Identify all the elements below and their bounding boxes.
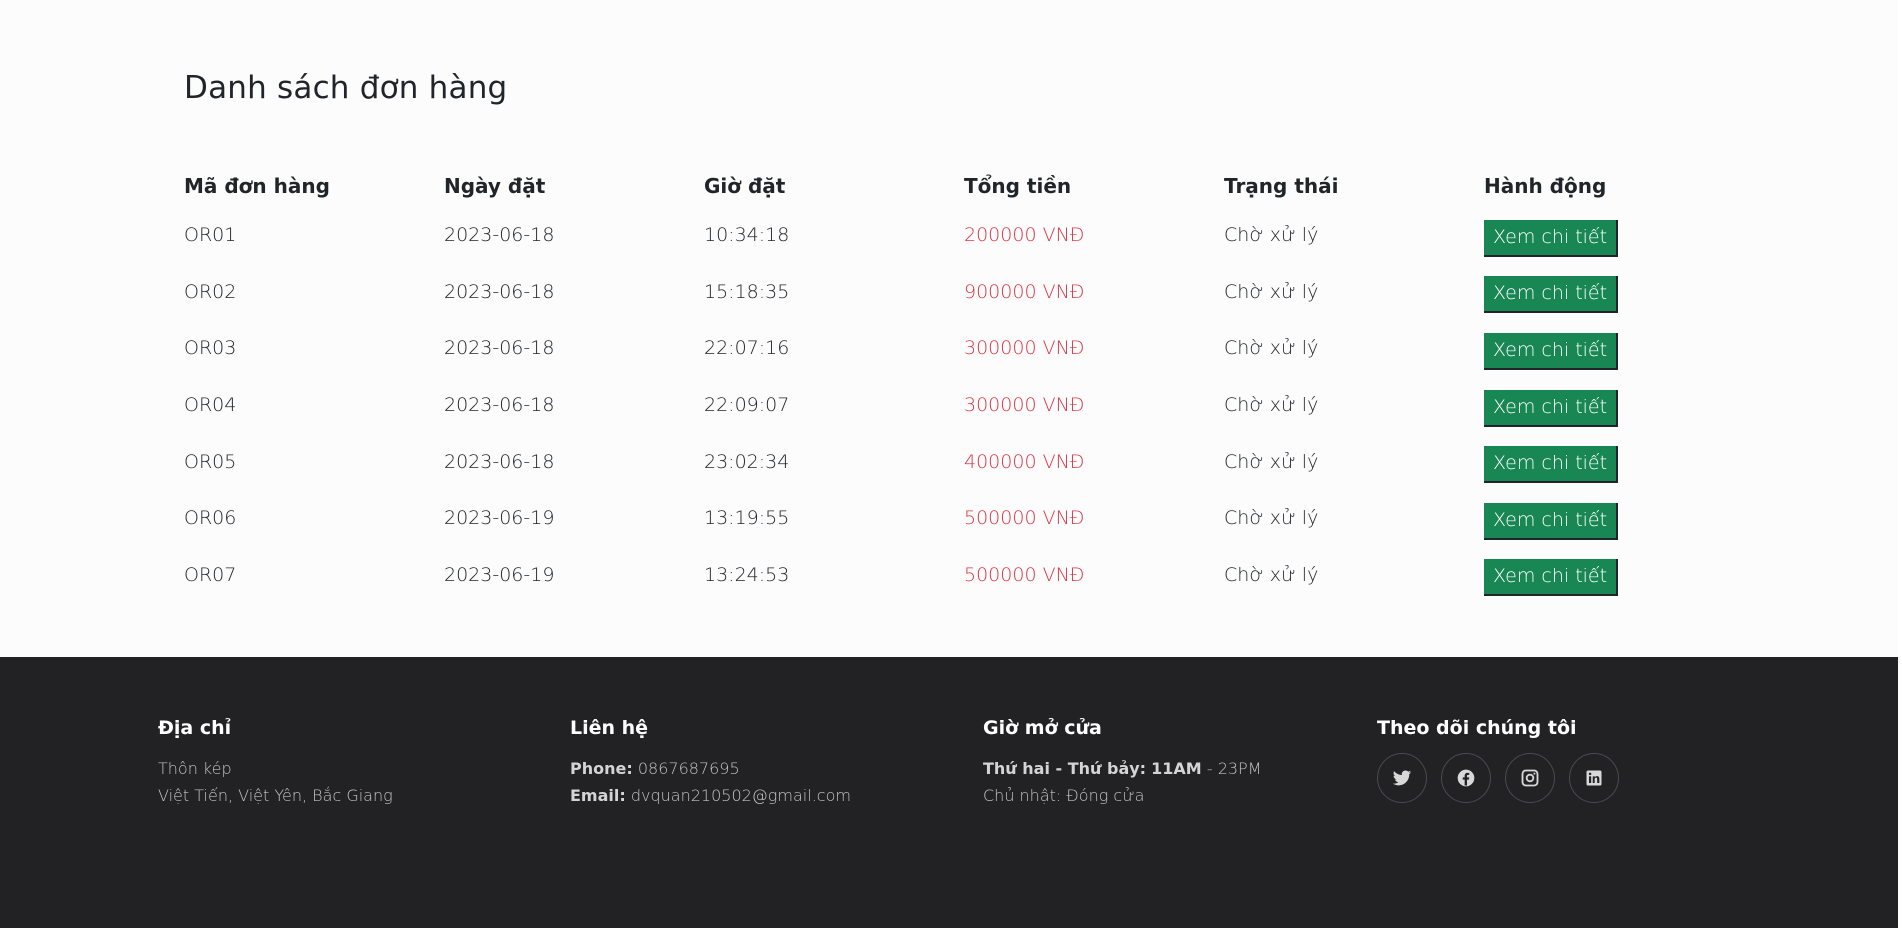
order-date: 2023-06-18 [444, 224, 555, 247]
order-status: Chờ xử lý [1224, 563, 1319, 586]
order-date: 2023-06-18 [444, 394, 555, 417]
order-total: 400000 VNĐ [964, 450, 1085, 473]
order-time: 13:19:55 [704, 507, 790, 530]
order-id: OR03 [184, 337, 237, 360]
page-title: Danh sách đơn hàng [184, 70, 508, 106]
order-time: 22:09:07 [704, 394, 790, 417]
order-status: Chờ xử lý [1224, 507, 1319, 530]
order-total: 500000 VNĐ [964, 507, 1085, 530]
order-action-cell: Xem chi tiết [1484, 377, 1744, 434]
header-order-date: Ngày đặt [444, 173, 546, 198]
footer-hours: Giờ mở cửa Thứ hai - Thứ bảy: 11AM - 23P… [983, 717, 1262, 809]
order-date: 2023-06-18 [444, 337, 555, 360]
weekdays-label: Thứ hai - Thứ bảy: [983, 759, 1147, 778]
order-total: 300000 VNĐ [964, 394, 1085, 417]
order-action-cell: Xem chi tiết [1484, 320, 1744, 377]
order-status: Chờ xử lý [1224, 224, 1319, 247]
order-total: 900000 VNĐ [964, 280, 1085, 303]
order-status: Chờ xử lý [1224, 450, 1319, 473]
footer-social: Theo dõi chúng tôi [1377, 717, 1619, 803]
phone-value: 0867687695 [637, 759, 740, 778]
contact-phone: Phone: 0867687695 [570, 755, 851, 782]
email-label: Email: [570, 786, 626, 805]
header-order-id: Mã đơn hàng [184, 173, 330, 198]
twitter-link[interactable] [1377, 753, 1427, 803]
footer-social-title: Theo dõi chúng tôi [1377, 717, 1577, 739]
order-total: 300000 VNĐ [964, 337, 1085, 360]
view-detail-button[interactable]: Xem chi tiết [1484, 276, 1619, 314]
order-action-cell: Xem chi tiết [1484, 490, 1744, 547]
weekdays-close: - 23PM [1206, 759, 1262, 778]
table-row: OR05 2023-06-18 23:02:34 400000 VNĐ Chờ … [184, 433, 1744, 490]
view-detail-button[interactable]: Xem chi tiết [1484, 219, 1619, 257]
orders-table: Mã đơn hàng Ngày đặt Giờ đặt Tổng tiền T… [184, 164, 1744, 603]
scrollbar[interactable] [1898, 0, 1902, 928]
order-id: OR06 [184, 507, 237, 530]
header-order-time: Giờ đặt [704, 173, 786, 198]
order-total: 500000 VNĐ [964, 563, 1085, 586]
facebook-icon [1457, 769, 1475, 787]
table-row: OR02 2023-06-18 15:18:35 900000 VNĐ Chờ … [184, 264, 1744, 321]
hours-weekdays: Thứ hai - Thứ bảy: 11AM - 23PM [983, 755, 1262, 782]
table-row: OR06 2023-06-19 13:19:55 500000 VNĐ Chờ … [184, 490, 1744, 547]
view-detail-button[interactable]: Xem chi tiết [1484, 389, 1619, 427]
header-status: Trạng thái [1224, 173, 1339, 198]
order-id: OR02 [184, 280, 237, 303]
phone-label: Phone: [570, 759, 633, 778]
table-row: OR07 2023-06-19 13:24:53 500000 VNĐ Chờ … [184, 547, 1744, 604]
order-status: Chờ xử lý [1224, 337, 1319, 360]
header-total: Tổng tiền [964, 173, 1072, 198]
order-id: OR05 [184, 450, 237, 473]
address-line-2: Việt Tiến, Việt Yên, Bắc Giang [158, 786, 393, 805]
order-status: Chờ xử lý [1224, 394, 1319, 417]
instagram-icon [1521, 769, 1539, 787]
footer-address: Địa chỉ Thôn kép Việt Tiến, Việt Yên, Bắ… [158, 717, 393, 809]
order-date: 2023-06-18 [444, 450, 555, 473]
linkedin-link[interactable] [1569, 753, 1619, 803]
footer-address-title: Địa chỉ [158, 717, 232, 739]
order-time: 15:18:35 [704, 280, 790, 303]
footer-hours-title: Giờ mở cửa [983, 717, 1102, 739]
table-row: OR03 2023-06-18 22:07:16 300000 VNĐ Chờ … [184, 320, 1744, 377]
order-date: 2023-06-19 [444, 563, 555, 586]
contact-email: Email: dvquan210502@gmail.com [570, 782, 851, 809]
order-time: 13:24:53 [704, 563, 790, 586]
order-total: 200000 VNĐ [964, 224, 1085, 247]
header-action: Hành động [1484, 173, 1607, 198]
order-action-cell: Xem chi tiết [1484, 433, 1744, 490]
view-detail-button[interactable]: Xem chi tiết [1484, 559, 1619, 597]
facebook-link[interactable] [1441, 753, 1491, 803]
table-header-row: Mã đơn hàng Ngày đặt Giờ đặt Tổng tiền T… [184, 164, 1744, 207]
address-line-1: Thôn kép [158, 759, 232, 778]
order-date: 2023-06-18 [444, 280, 555, 303]
order-time: 23:02:34 [704, 450, 790, 473]
order-time: 22:07:16 [704, 337, 790, 360]
twitter-icon [1392, 770, 1412, 786]
footer-contact: Liên hệ Phone: 0867687695 Email: dvquan2… [570, 717, 851, 809]
main-content: Danh sách đơn hàng Mã đơn hàng Ngày đặt … [0, 0, 1898, 657]
table-row: OR01 2023-06-18 10:34:18 200000 VNĐ Chờ … [184, 207, 1744, 264]
footer: Địa chỉ Thôn kép Việt Tiến, Việt Yên, Bắ… [0, 657, 1898, 928]
order-date: 2023-06-19 [444, 507, 555, 530]
table-row: OR04 2023-06-18 22:09:07 300000 VNĐ Chờ … [184, 377, 1744, 434]
view-detail-button[interactable]: Xem chi tiết [1484, 502, 1619, 540]
view-detail-button[interactable]: Xem chi tiết [1484, 446, 1619, 484]
email-value: dvquan210502@gmail.com [630, 786, 851, 805]
order-action-cell: Xem chi tiết [1484, 207, 1744, 264]
footer-contact-title: Liên hệ [570, 717, 649, 739]
view-detail-button[interactable]: Xem chi tiết [1484, 332, 1619, 370]
linkedin-icon [1586, 770, 1602, 786]
order-id: OR04 [184, 394, 237, 417]
order-time: 10:34:18 [704, 224, 790, 247]
order-status: Chờ xử lý [1224, 280, 1319, 303]
instagram-link[interactable] [1505, 753, 1555, 803]
order-action-cell: Xem chi tiết [1484, 264, 1744, 321]
hours-sunday: Chủ nhật: Đóng cửa [983, 786, 1145, 805]
social-links [1377, 753, 1619, 803]
order-action-cell: Xem chi tiết [1484, 547, 1744, 604]
order-id: OR01 [184, 224, 237, 247]
order-id: OR07 [184, 563, 237, 586]
weekdays-open: 11AM [1151, 759, 1202, 778]
